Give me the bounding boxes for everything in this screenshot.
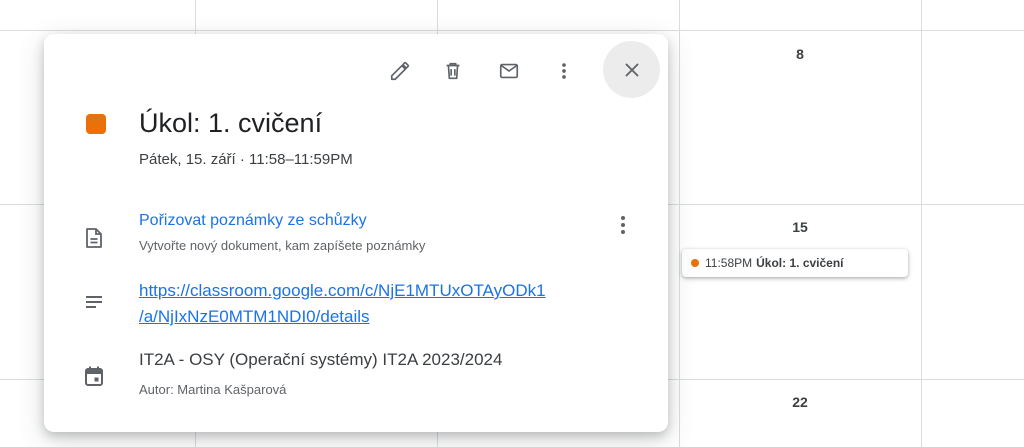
day-number[interactable]: 22 — [780, 394, 820, 410]
calendar-event-chip[interactable]: 11:58PM Úkol: 1. cvičení — [682, 249, 908, 277]
notes-more-options-button[interactable] — [611, 210, 635, 240]
event-details-popup: Úkol: 1. cvičení Pátek, 15. září · 11:58… — [44, 34, 668, 432]
event-color-dot — [691, 259, 699, 267]
notes-lines-icon — [82, 290, 106, 314]
pencil-icon — [390, 61, 410, 81]
edit-event-button[interactable] — [380, 51, 420, 91]
more-options-button[interactable] — [544, 51, 584, 91]
event-chip-time: 11:58PM — [705, 256, 753, 270]
take-notes-link[interactable]: Pořizovat poznámky ze schůzky — [139, 212, 367, 230]
envelope-icon — [499, 63, 519, 79]
email-guests-button[interactable] — [489, 51, 529, 91]
more-vert-icon — [562, 63, 566, 79]
calendar-icon — [82, 364, 106, 388]
event-title: Úkol: 1. cvičení — [139, 108, 323, 138]
document-icon — [82, 226, 106, 250]
url-line[interactable]: /a/NjIxNzE0MTM1NDI0/details — [139, 304, 546, 330]
classroom-url-link[interactable]: https://classroom.google.com/c/NjE1MTUxO… — [139, 278, 546, 330]
close-icon — [625, 63, 638, 76]
day-number[interactable]: 8 — [780, 46, 820, 62]
event-datetime: Pátek, 15. září · 11:58–11:59PM — [139, 151, 353, 168]
close-button[interactable] — [603, 41, 660, 98]
grid-row-divider — [0, 30, 1024, 31]
url-line[interactable]: https://classroom.google.com/c/NjE1MTUxO… — [139, 278, 546, 304]
more-vert-icon — [621, 216, 625, 234]
take-notes-description: Vytvořte nový dokument, kam zapíšete poz… — [139, 238, 426, 253]
event-color-square — [86, 114, 106, 134]
event-author: Autor: Martina Kašparová — [139, 382, 287, 397]
trash-icon — [446, 62, 460, 80]
delete-event-button[interactable] — [433, 51, 473, 91]
event-chip-title: Úkol: 1. cvičení — [756, 256, 844, 270]
calendar-name: IT2A - OSY (Operační systémy) IT2A 2023/… — [139, 350, 503, 369]
day-number[interactable]: 15 — [780, 219, 820, 235]
